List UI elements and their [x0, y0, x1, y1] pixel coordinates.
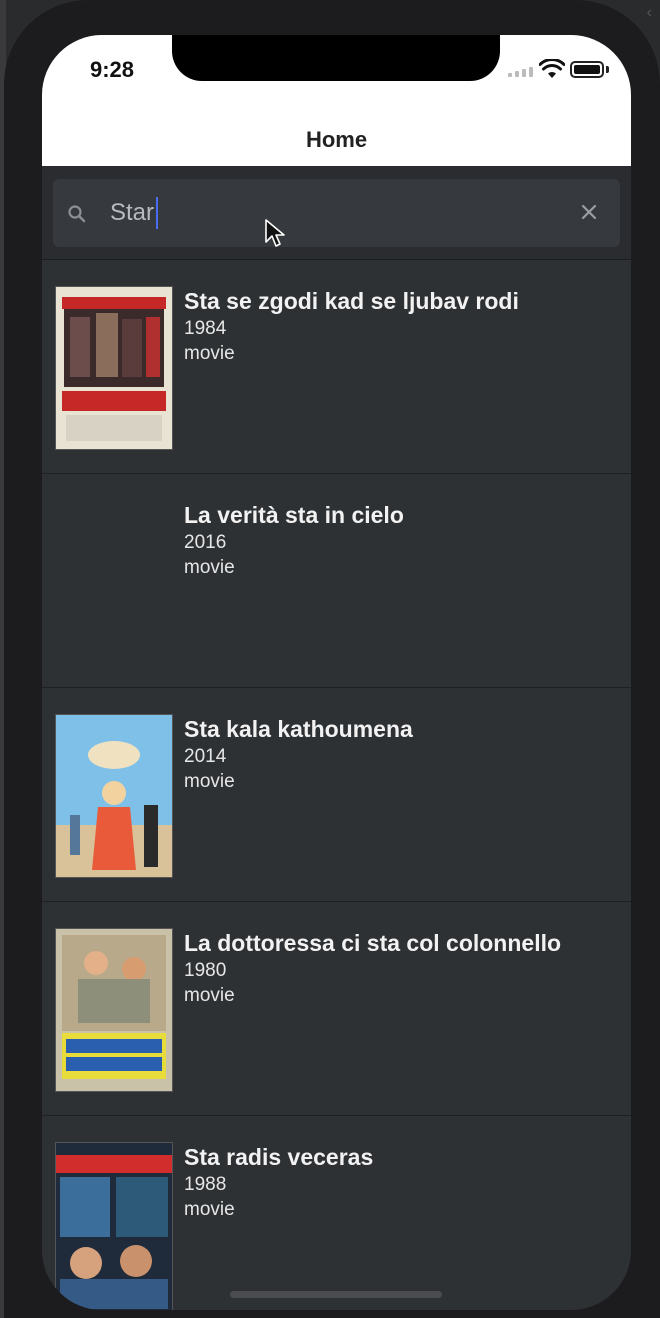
notch: [172, 35, 500, 81]
movie-title: Sta radis veceras: [184, 1144, 374, 1170]
movie-title: Sta kala kathoumena: [184, 716, 413, 742]
navigation-bar: Home: [42, 125, 631, 168]
movie-poster: [55, 1142, 173, 1310]
list-item[interactable]: La verità sta in cielo 2016 movie: [42, 474, 631, 688]
search-icon: [68, 205, 86, 223]
text-caret: [156, 197, 158, 229]
movie-year: 1980: [184, 960, 227, 981]
movie-type: movie: [184, 557, 235, 578]
search-input[interactable]: [110, 197, 550, 229]
phone-screen: 9:28 Home Star Sta se zgodi kad se ljuba…: [42, 35, 631, 1310]
movie-year: 1984: [184, 318, 227, 339]
list-item[interactable]: Sta se zgodi kad se ljubav rodi 1984 mov…: [42, 260, 631, 474]
movie-type: movie: [184, 985, 235, 1006]
search-box[interactable]: [53, 179, 620, 247]
clear-icon[interactable]: [580, 203, 598, 221]
battery-icon: [570, 61, 604, 78]
movie-title: Sta se zgodi kad se ljubav rodi: [184, 288, 519, 314]
wifi-icon: [539, 59, 565, 78]
page-title: Home: [305, 127, 368, 152]
movie-title: La dottoressa ci sta col colonnello: [184, 930, 562, 956]
list-item[interactable]: Sta radis veceras 1988 movie: [42, 1116, 631, 1310]
movie-poster: [55, 928, 173, 1092]
pointer-cursor-icon: [265, 219, 285, 247]
movie-type: movie: [184, 771, 235, 792]
movie-type: movie: [184, 1199, 235, 1220]
window-corner-glyph: ‹: [646, 4, 652, 21]
movie-year: 2014: [184, 746, 227, 767]
movie-poster: [55, 286, 173, 450]
search-bar-container: [42, 166, 631, 260]
home-indicator[interactable]: [230, 1291, 442, 1298]
status-bar: 9:28: [42, 35, 631, 125]
status-time: 9:28: [90, 57, 135, 82]
battery-tip: [606, 66, 609, 73]
movie-poster-placeholder: [55, 500, 171, 662]
list-item[interactable]: Sta kala kathoumena 2014 movie: [42, 688, 631, 902]
cellular-signal-icon: [508, 67, 533, 77]
movie-poster: [55, 714, 173, 878]
movie-type: movie: [184, 343, 235, 364]
movie-title: La verità sta in cielo: [184, 502, 404, 528]
results-list: Sta se zgodi kad se ljubav rodi 1984 mov…: [42, 260, 631, 1310]
list-item[interactable]: La dottoressa ci sta col colonnello 1980…: [42, 902, 631, 1116]
movie-year: 1988: [184, 1174, 227, 1195]
movie-year: 2016: [184, 532, 227, 553]
